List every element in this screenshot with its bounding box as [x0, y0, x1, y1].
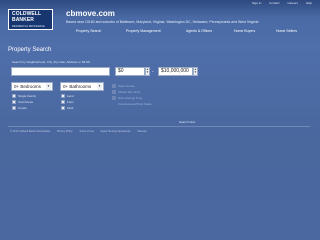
page-title: Property Search — [8, 47, 52, 53]
main-nav: Property Search Property Management Agen… — [66, 29, 316, 36]
checkbox-label: Multi — [67, 106, 74, 110]
footer: © 2011 Coldwell Banker Real Estate Priva… — [10, 130, 152, 133]
coldwell-banker-logo[interactable]: COLDWELL BANKER RESIDENTIAL BROKERAGE — [8, 9, 53, 30]
footer-link[interactable]: Equal Housing Opportunity — [101, 130, 131, 133]
top-links: Sign In Contact Careers Help — [245, 1, 312, 5]
chevron-down-icon: ▼ — [97, 83, 102, 90]
checkbox-label: New Listings Only — [118, 96, 143, 100]
checkbox-label: Single Family — [18, 94, 37, 98]
top-link[interactable]: Sign In — [252, 1, 261, 5]
bedrooms-select[interactable]: 0+ Bedrooms ▼ — [11, 82, 53, 91]
price-min-input[interactable]: $0 — [115, 67, 145, 76]
checkbox-multi[interactable] — [61, 106, 65, 110]
site-subtitle: Based near 10160 and suburbs of Baltimor… — [66, 20, 259, 24]
bedrooms-value: 0+ Bedrooms — [14, 84, 41, 89]
search-link[interactable]: Search Now — [179, 120, 195, 124]
footer-link[interactable]: Privacy Policy — [57, 130, 73, 133]
price-max-stepper[interactable]: ▲ ▼ — [193, 67, 198, 76]
location-input[interactable] — [11, 67, 110, 76]
search-hint: Search by Neighborhood, City, Zip code, … — [12, 60, 90, 64]
footer-link[interactable]: © 2011 Coldwell Banker Real Estate — [10, 130, 50, 133]
top-link[interactable]: Contact — [269, 1, 279, 5]
checkbox-open-house[interactable] — [112, 84, 116, 88]
nav-item-home-sellers[interactable]: Home Sellers — [276, 29, 297, 33]
price-min-stepper[interactable]: ▲ ▼ — [145, 67, 150, 76]
nav-item-agents-offices[interactable]: Agents & Offices — [186, 29, 212, 33]
checkbox-townhouse[interactable] — [12, 100, 16, 104]
checkbox-condo[interactable] — [12, 106, 16, 110]
chevron-down-icon: ▼ — [194, 70, 197, 74]
footer-link[interactable]: Sitemap — [137, 130, 146, 133]
chevron-down-icon: ▼ — [146, 70, 149, 74]
top-link[interactable]: Help — [306, 1, 312, 5]
bathrooms-select[interactable]: 0+ Bathrooms ▼ — [60, 82, 104, 91]
checkbox-new-listings[interactable] — [112, 96, 116, 100]
page-background: Sign In Contact Careers Help COLDWELL BA… — [0, 0, 320, 240]
nav-item-property-management[interactable]: Property Management — [126, 29, 161, 33]
checkbox-label: Virtual Tour Only — [118, 90, 141, 94]
checkbox-label: Condo — [18, 106, 27, 110]
checkbox-land[interactable] — [61, 94, 65, 98]
nav-item-home-buyers[interactable]: Home Buyers — [234, 29, 255, 33]
footer-link[interactable]: Terms of Use — [79, 130, 94, 133]
price-max-input[interactable]: $10,000,000 — [158, 67, 193, 76]
checkbox-farm[interactable] — [61, 100, 65, 104]
bathrooms-value: 0+ Bathrooms — [63, 84, 92, 89]
checkbox-label: Farm — [67, 100, 74, 104]
logo-line-3: RESIDENTIAL BROKERAGE — [12, 25, 45, 28]
logo-line-2: BANKER — [12, 17, 34, 23]
price-separator: - — [152, 69, 154, 75]
checkbox-virtual-tour[interactable] — [112, 90, 116, 94]
divider — [8, 126, 310, 127]
checkbox-single-family[interactable] — [12, 94, 16, 98]
top-link[interactable]: Careers — [287, 1, 298, 5]
nav-item-property-search[interactable]: Property Search — [76, 29, 101, 33]
checkbox-label: Land — [67, 94, 74, 98]
checkbox-label: Foreclosures/Short Sales — [118, 102, 152, 106]
site-title: cbmove.com — [66, 9, 115, 18]
checkbox-label: Open House — [118, 84, 135, 88]
checkbox-label: Townhouse — [18, 100, 34, 104]
chevron-down-icon: ▼ — [46, 83, 51, 90]
